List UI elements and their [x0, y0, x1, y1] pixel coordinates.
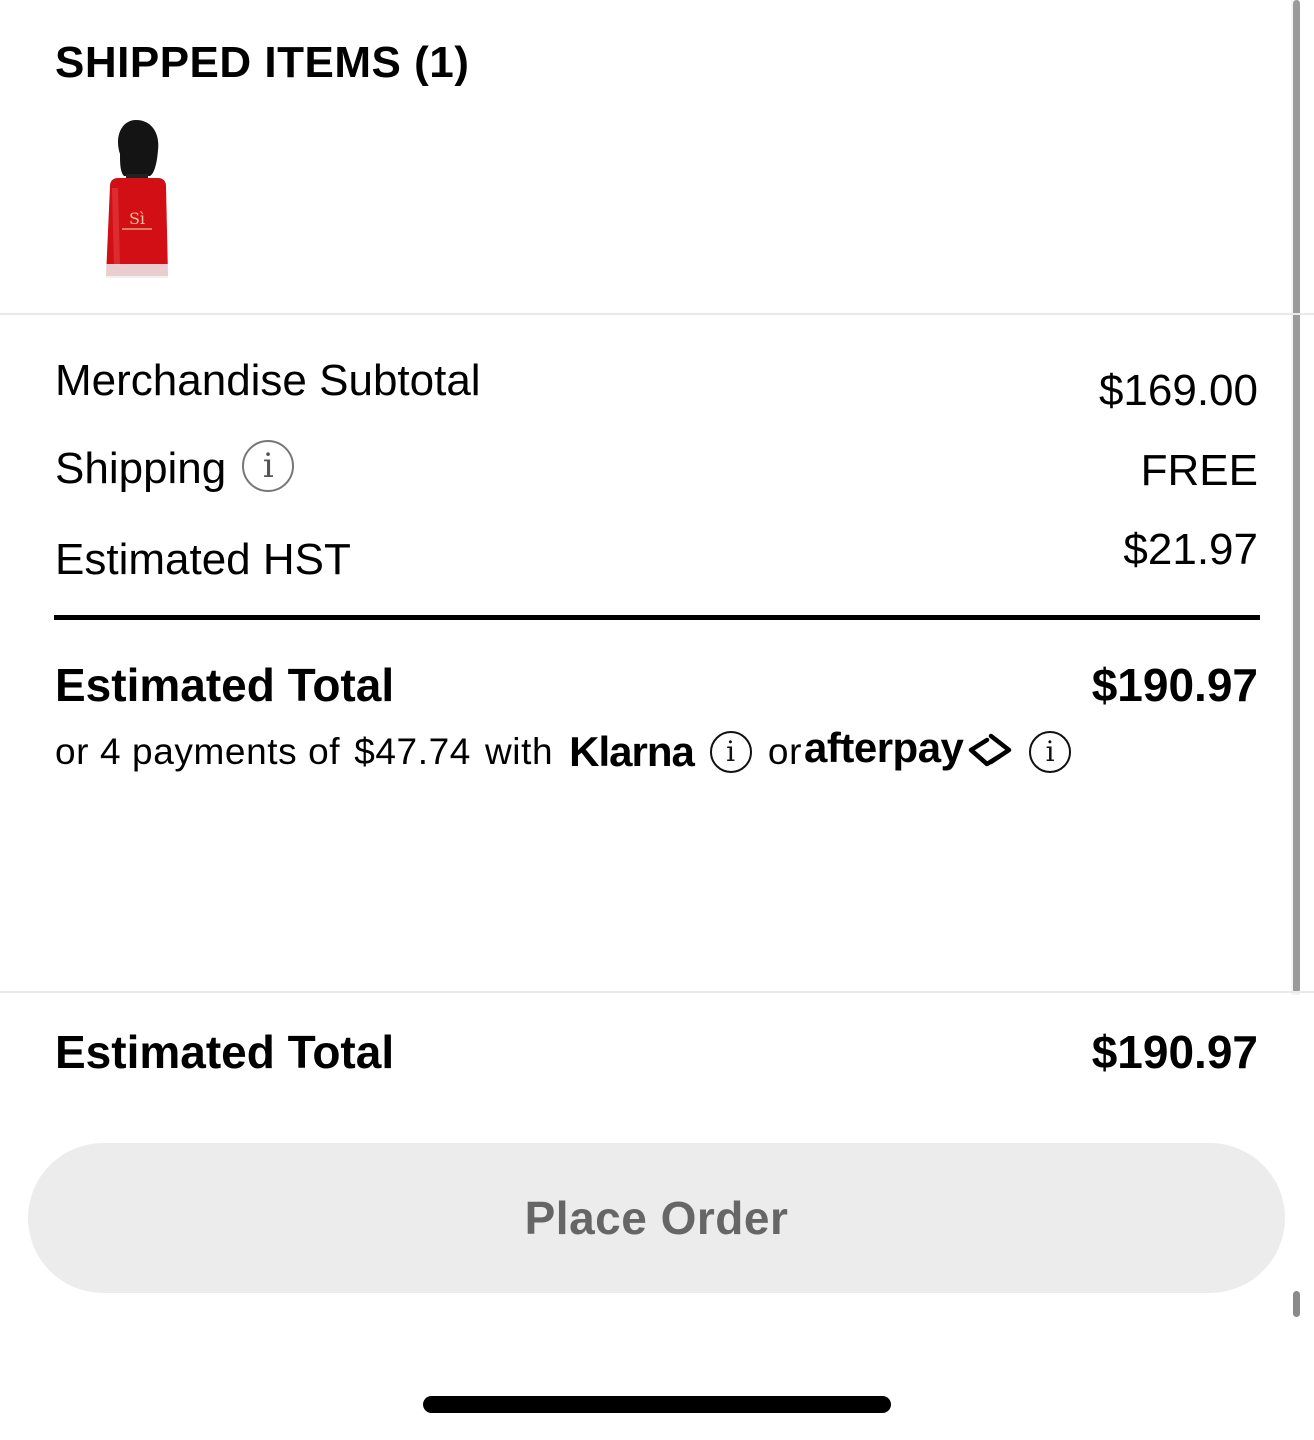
product-thumbnail[interactable]: Sì	[100, 116, 174, 286]
checkout-summary-page: SHIPPED ITEMS (1) Sì Merchandise Subtota…	[0, 0, 1314, 1440]
place-order-label: Place Order	[524, 1192, 789, 1244]
estimated-total-label: Estimated Total	[55, 659, 395, 711]
installment-prefix: or 4 payments of	[55, 731, 341, 772]
klarna-logo: Klarna	[569, 728, 695, 775]
installment-options: or 4 payments of $47.74 with Klarna i or…	[55, 724, 1087, 776]
svg-text:Sì: Sì	[129, 209, 145, 228]
merchandise-subtotal-value: $169.00	[1098, 366, 1258, 415]
hst-label: Estimated HST	[55, 535, 351, 584]
installment-or: or	[767, 731, 802, 772]
footer-total-label: Estimated Total	[55, 1026, 395, 1078]
footer-total-value: $190.97	[1091, 1026, 1258, 1078]
section-divider	[0, 313, 1314, 315]
klarna-info-icon[interactable]: i	[709, 731, 752, 773]
footer-scrollbar-thumb[interactable]	[1293, 1291, 1300, 1317]
shipping-info-icon[interactable]: i	[242, 440, 295, 492]
footer-divider	[0, 991, 1314, 993]
installment-amount: $47.74	[354, 731, 471, 772]
afterpay-info-icon[interactable]: i	[1029, 731, 1072, 773]
installment-with: with	[484, 731, 554, 772]
shipping-row-label: Shipping i	[55, 440, 295, 494]
shipping-value: FREE	[1140, 446, 1258, 495]
afterpay-arrows-icon	[969, 733, 1012, 767]
place-order-button[interactable]: Place Order	[28, 1143, 1285, 1293]
afterpay-logo: afterpay	[804, 724, 964, 771]
home-indicator[interactable]	[423, 1396, 891, 1413]
scrollbar-thumb[interactable]	[1293, 0, 1300, 993]
hst-value: $21.97	[1123, 525, 1258, 574]
shipped-items-title: SHIPPED ITEMS (1)	[55, 38, 470, 87]
merchandise-subtotal-label: Merchandise Subtotal	[55, 356, 481, 405]
shipping-label: Shipping	[55, 444, 227, 493]
estimated-total-value: $190.97	[1091, 659, 1258, 711]
total-divider	[54, 615, 1260, 620]
perfume-bottle-image: Sì	[106, 120, 168, 278]
